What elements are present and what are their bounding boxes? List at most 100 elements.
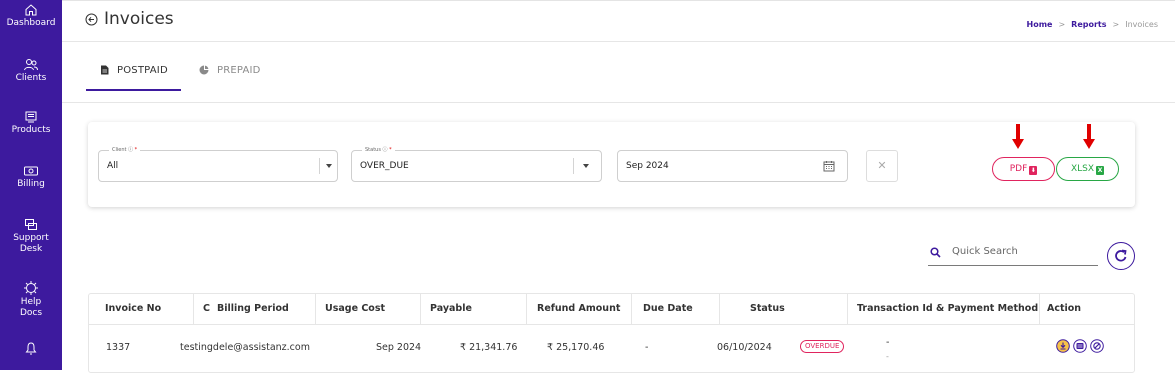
chevron-down-icon bbox=[583, 164, 589, 168]
column-header: Status bbox=[750, 303, 785, 314]
period-value: Sep 2024 bbox=[626, 161, 669, 171]
annotation-arrow-icon bbox=[1083, 124, 1095, 149]
tabs-bar: POSTPAID PREPAID bbox=[62, 43, 1175, 103]
billing-icon bbox=[24, 166, 38, 176]
status-field-label: Status ⓘ * bbox=[362, 146, 395, 154]
divider bbox=[719, 294, 720, 324]
column-header: Payable bbox=[430, 303, 472, 314]
sidebar-item-billing[interactable]: Billing bbox=[0, 164, 62, 190]
breadcrumb: Home > Reports > Invoices bbox=[1024, 20, 1161, 29]
home-icon bbox=[25, 4, 37, 16]
tab-prepaid[interactable]: PREPAID bbox=[199, 65, 261, 76]
sidebar-item-label: Billing bbox=[17, 179, 45, 189]
tab-postpaid[interactable]: POSTPAID bbox=[100, 65, 168, 76]
status-select-value: OVER_DUE bbox=[360, 161, 409, 171]
annotation-arrow-icon bbox=[1012, 124, 1024, 149]
excel-file-icon: X bbox=[1096, 166, 1105, 175]
column-header: Due Date bbox=[643, 303, 693, 314]
divider bbox=[315, 294, 316, 324]
active-tab-indicator bbox=[86, 89, 181, 91]
back-arrow-icon[interactable] bbox=[85, 13, 98, 26]
notification-icon bbox=[25, 342, 37, 355]
client-email: testingdele@assistanz.com bbox=[180, 342, 310, 353]
sidebar: Dashboard Clients Products Billing Suppo… bbox=[0, 0, 62, 370]
quick-search bbox=[928, 242, 1098, 266]
sidebar-item-help-docs[interactable]: Help Docs bbox=[0, 280, 62, 319]
column-header: Refund Amount bbox=[537, 303, 621, 314]
sidebar-item-products[interactable]: Products bbox=[0, 110, 62, 136]
products-icon bbox=[25, 111, 37, 123]
divider bbox=[193, 294, 194, 324]
pdf-file-icon: ⬇ bbox=[1029, 166, 1038, 175]
period-datepicker[interactable]: Sep 2024 bbox=[617, 150, 848, 182]
document-icon bbox=[101, 65, 109, 75]
page-title: Invoices bbox=[104, 9, 174, 29]
divider bbox=[319, 158, 320, 174]
help-icon bbox=[24, 281, 38, 295]
calendar-icon[interactable] bbox=[823, 160, 835, 172]
filter-panel: Client ⓘ * All Status ⓘ * OVER_DUE Sep 2… bbox=[88, 122, 1135, 207]
export-pdf-button[interactable]: PDF ⬇ bbox=[992, 157, 1055, 181]
column-header: Invoice No bbox=[105, 303, 162, 314]
breadcrumb-separator: > bbox=[1112, 20, 1120, 29]
download-icon[interactable] bbox=[1056, 339, 1070, 353]
breadcrumb-current: Invoices bbox=[1125, 20, 1158, 29]
view-details-icon[interactable] bbox=[1073, 339, 1087, 353]
invoices-table: Invoice No C Billing Period Usage Cost P… bbox=[88, 293, 1135, 373]
divider bbox=[631, 294, 632, 324]
users-icon bbox=[24, 59, 38, 71]
export-xlsx-label: XLSX bbox=[1070, 164, 1095, 174]
sidebar-item-label: Clients bbox=[15, 73, 47, 83]
due-date: 06/10/2024 bbox=[717, 342, 772, 353]
export-pdf-label: PDF bbox=[1009, 164, 1028, 174]
tab-label: PREPAID bbox=[217, 65, 261, 76]
chevron-down-icon bbox=[326, 164, 332, 168]
payment-method: - bbox=[886, 352, 889, 361]
usage-cost: ₹ 21,341.76 bbox=[460, 342, 518, 353]
sidebar-item-clients[interactable]: Clients bbox=[0, 58, 62, 84]
clear-filters-button[interactable]: ✕ bbox=[866, 150, 898, 182]
status-select[interactable]: Status ⓘ * OVER_DUE bbox=[351, 146, 602, 182]
column-header: Billing Period bbox=[217, 303, 289, 314]
payable-amount: ₹ 25,170.46 bbox=[547, 342, 605, 353]
client-select-value: All bbox=[107, 161, 119, 171]
tab-label: POSTPAID bbox=[117, 65, 168, 76]
search-input[interactable] bbox=[952, 246, 1092, 257]
pie-chart-icon bbox=[199, 65, 209, 75]
breadcrumb-reports-link[interactable]: Reports bbox=[1071, 20, 1106, 29]
sidebar-item-label: Help Docs bbox=[19, 297, 43, 318]
column-header: Transaction Id & Payment Method bbox=[857, 303, 1039, 314]
refresh-icon bbox=[1115, 249, 1127, 262]
sidebar-item-support-desk[interactable]: Support Desk bbox=[0, 218, 62, 255]
column-header: Action bbox=[1047, 303, 1082, 314]
cancel-invoice-icon[interactable] bbox=[1090, 339, 1104, 353]
main-content: Invoices Home > Reports > Invoices POSTPAID … bbox=[62, 0, 1175, 373]
transaction-id: - bbox=[886, 337, 890, 348]
divider bbox=[1039, 294, 1040, 324]
invoice-number: 1337 bbox=[106, 342, 131, 353]
export-xlsx-button[interactable]: XLSX X bbox=[1056, 157, 1119, 181]
client-field-label: Client ⓘ * bbox=[109, 146, 141, 154]
divider bbox=[847, 294, 848, 324]
sidebar-item-label: Dashboard bbox=[6, 18, 56, 28]
support-icon bbox=[25, 219, 37, 230]
refund-amount: - bbox=[645, 342, 649, 353]
divider bbox=[420, 294, 421, 324]
divider bbox=[89, 324, 1134, 325]
breadcrumb-home-link[interactable]: Home bbox=[1027, 20, 1053, 29]
divider bbox=[573, 158, 574, 174]
column-header: Usage Cost bbox=[325, 303, 386, 314]
breadcrumb-separator: > bbox=[1058, 20, 1066, 29]
search-icon bbox=[930, 247, 941, 258]
refresh-button[interactable] bbox=[1107, 242, 1135, 270]
sidebar-item-notifications[interactable] bbox=[0, 341, 62, 357]
sidebar-item-label: Products bbox=[11, 125, 51, 135]
divider bbox=[526, 294, 527, 324]
client-select[interactable]: Client ⓘ * All bbox=[98, 146, 338, 182]
page-header: Invoices Home > Reports > Invoices bbox=[62, 1, 1175, 42]
column-header: C bbox=[203, 303, 210, 314]
sidebar-item-dashboard[interactable]: Dashboard bbox=[0, 3, 62, 29]
status-badge: OVERDUE bbox=[800, 340, 845, 353]
sidebar-item-label: Support Desk bbox=[13, 233, 49, 254]
billing-period: Sep 2024 bbox=[376, 342, 422, 353]
